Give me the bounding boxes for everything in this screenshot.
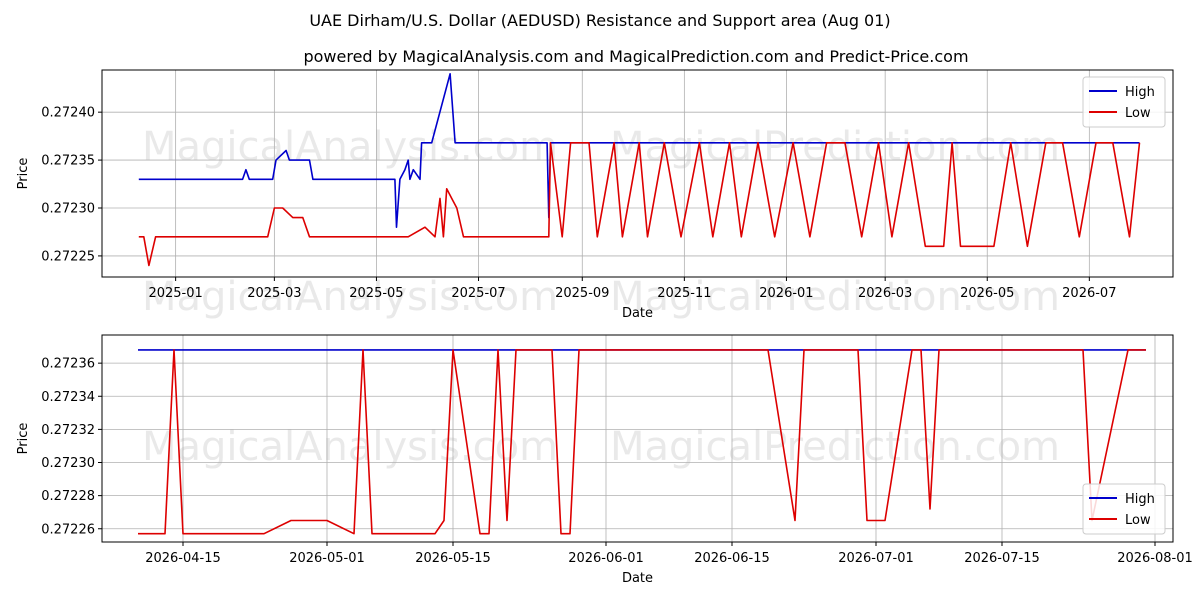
x-tick-label: 2026-05-01 xyxy=(289,551,365,566)
x-tick-label: 2026-06-15 xyxy=(694,551,770,566)
y-tick-label: 0.27230 xyxy=(41,456,95,471)
y-tick-label: 0.27236 xyxy=(41,357,95,372)
y-tick-label: 0.27226 xyxy=(41,522,95,537)
legend: High Low xyxy=(1082,76,1166,128)
chart-subtitle: powered by MagicalAnalysis.com and Magic… xyxy=(303,47,968,66)
x-tick-label: 2026-01 xyxy=(759,286,813,301)
y-axis-label: Price xyxy=(16,423,31,455)
chart-title: UAE Dirham/U.S. Dollar (AEDUSD) Resistan… xyxy=(309,11,890,30)
y-tick-label: 0.27225 xyxy=(41,249,95,264)
x-tick-label: 2026-05-15 xyxy=(415,551,491,566)
watermark: MagicalPrediction.com xyxy=(610,124,1060,170)
x-tick-label: 2025-09 xyxy=(555,286,609,301)
legend-label-high: High xyxy=(1125,492,1155,507)
x-tick-label: 2026-04-15 xyxy=(145,551,221,566)
legend-label-high: High xyxy=(1125,85,1155,100)
y-tick-label: 0.27228 xyxy=(41,489,95,504)
x-tick-label: 2026-06-01 xyxy=(568,551,644,566)
y-tick-label: 0.27230 xyxy=(41,202,95,217)
legend-label-low: Low xyxy=(1125,513,1151,528)
y-tick-label: 0.27235 xyxy=(41,154,95,169)
x-tick-label: 2026-03 xyxy=(858,286,912,301)
x-tick-label: 2026-07 xyxy=(1062,286,1116,301)
x-tick-label: 2025-07 xyxy=(451,286,505,301)
x-tick-label: 2026-05 xyxy=(960,286,1014,301)
y-tick-label: 0.27240 xyxy=(41,106,95,121)
watermark: MagicalAnalysis.com xyxy=(142,124,558,170)
legend: High Low xyxy=(1082,483,1166,535)
x-tick-label: 2025-03 xyxy=(247,286,301,301)
x-tick-label: 2026-07-15 xyxy=(964,551,1040,566)
x-axis-label: Date xyxy=(622,571,653,586)
watermark: MagicalAnalysis.com xyxy=(142,424,558,470)
x-tick-label: 2025-05 xyxy=(349,286,403,301)
x-axis-label: Date xyxy=(622,306,653,321)
x-tick-label: 2025-01 xyxy=(148,286,202,301)
figure: UAE Dirham/U.S. Dollar (AEDUSD) Resistan… xyxy=(16,11,1193,586)
y-axis-label: Price xyxy=(16,158,31,190)
x-tick-label: 2026-07-01 xyxy=(838,551,914,566)
x-tick-label: 2025-11 xyxy=(657,286,711,301)
axes-frame xyxy=(101,69,1174,278)
y-tick-label: 0.27234 xyxy=(41,390,95,405)
y-tick-label: 0.27232 xyxy=(41,423,95,438)
top-price-chart: MagicalAnalysis.com MagicalPrediction.com… xyxy=(16,69,1174,321)
legend-label-low: Low xyxy=(1125,106,1151,121)
watermark: MagicalPrediction.com xyxy=(610,424,1060,470)
x-tick-label: 2026-08-01 xyxy=(1117,551,1193,566)
bottom-price-chart: MagicalAnalysis.com MagicalPrediction.com… xyxy=(16,334,1193,586)
